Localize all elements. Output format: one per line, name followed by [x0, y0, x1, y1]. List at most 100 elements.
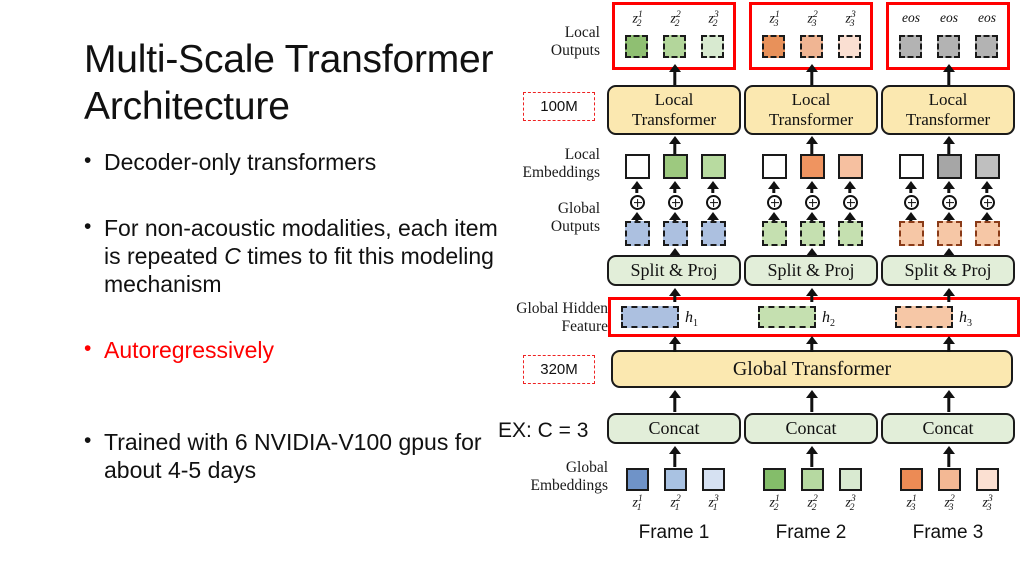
global-embedding-token-2-3: z32: [845, 494, 856, 514]
arrow-plus-to-localemb-2-2-shaft: [810, 188, 814, 193]
arrow-hidden-to-split-2-shaft: [810, 295, 814, 302]
arrow-hidden-to-split-1-shaft: [673, 295, 677, 302]
local-embedding-cell-2-3: [838, 154, 863, 179]
arrow-globalout-to-plus-2-2: [805, 212, 819, 221]
arrow-globalemb-to-concat-1-shaft: [673, 453, 677, 467]
arrow-plus-to-localemb-2-1: [767, 181, 781, 193]
arrow-gt-to-hidden-2-shaft: [810, 343, 814, 352]
concat-block-1[interactable]: Concat: [607, 413, 741, 444]
global-hidden-feature-label-3: h3: [959, 309, 972, 330]
global-output-cell-2-2: [800, 221, 825, 246]
arrow-globalout-to-plus-3-1: [904, 212, 918, 221]
global-embedding-cell-1-2: [664, 468, 687, 491]
global-hidden-feature-label-1: h1: [685, 309, 698, 330]
local-transformer-block-1[interactable]: Local Transformer: [607, 85, 741, 135]
split-proj-label: Split & Proj: [767, 260, 855, 280]
arrow-plus-to-localemb-3-3-shaft: [985, 188, 989, 193]
arrow-globalout-to-plus-3-2: [942, 212, 956, 221]
arrow-plus-to-localemb-2-1-shaft: [772, 188, 776, 193]
slide-text-pane: Multi-Scale Transformer Architecture Dec…: [0, 0, 512, 576]
arrow-plus-to-localemb-1-1: [630, 181, 644, 193]
split-proj-block-2[interactable]: Split & Proj: [744, 255, 878, 286]
arrow-gt-to-hidden-2: [805, 336, 819, 352]
add-icon-2-1: [767, 195, 782, 210]
arrow-concat-to-gt-2-shaft: [810, 397, 814, 412]
bullet-text-1: Decoder-only transformers: [104, 149, 377, 175]
add-icon-1-2: [668, 195, 683, 210]
concat-label: Concat: [648, 418, 700, 438]
page-title: Multi-Scale Transformer Architecture: [84, 38, 494, 128]
split-proj-label: Split & Proj: [904, 260, 992, 280]
arrow-concat-to-gt-3-shaft: [947, 397, 951, 412]
global-embedding-token-1-3: z31: [708, 494, 719, 514]
frame-label-2: Frame 2: [775, 522, 847, 543]
local-output-token-2-3: z33: [845, 10, 856, 30]
arrow-gt-to-hidden-3-shaft: [947, 343, 951, 352]
local-output-cell-2-3: [838, 35, 861, 58]
local-output-cell-3-2: [937, 35, 960, 58]
global-embedding-cell-3-3: [976, 468, 999, 491]
arrow-lt-to-localout-3-shaft: [947, 71, 951, 86]
global-embedding-token-1-2: z21: [670, 494, 681, 514]
add-icon-2-3: [843, 195, 858, 210]
bullet-spacer-1: [84, 184, 504, 214]
add-icon-3-3: [980, 195, 995, 210]
bullet-spacer-4: [84, 402, 504, 428]
arrow-concat-to-gt-3: [942, 390, 956, 412]
split-proj-label: Split & Proj: [630, 260, 718, 280]
arrow-hidden-to-split-1: [668, 288, 682, 302]
bullet-spacer-2: [84, 306, 504, 336]
frame-label-1: Frame 1: [638, 522, 710, 543]
slide-root: Multi-Scale Transformer Architecture Dec…: [0, 0, 1024, 576]
arrow-plus-to-localemb-1-3: [706, 181, 720, 193]
arrow-gt-to-hidden-1: [668, 336, 682, 352]
arrow-plus-to-localemb-1-2-shaft: [673, 188, 677, 193]
bullet-item-1: Decoder-only transformers: [84, 147, 504, 176]
global-output-cell-1-3: [701, 221, 726, 246]
arrow-lt-to-localout-2-shaft: [810, 71, 814, 86]
global-embedding-cell-2-2: [801, 468, 824, 491]
bullet-text-4: Trained with 6 NVIDIA-V100 gpus for abou…: [104, 429, 482, 483]
arrow-globalemb-to-concat-1: [668, 446, 682, 467]
global-embedding-cell-1-3: [702, 468, 725, 491]
global-output-cell-2-3: [838, 221, 863, 246]
local-transformer-line1: Local: [928, 90, 968, 109]
arrow-lt-to-localout-3: [942, 64, 956, 86]
label-global-embeddings: Global Embeddings: [530, 459, 609, 494]
split-proj-block-3[interactable]: Split & Proj: [881, 255, 1015, 286]
arrow-plus-to-localemb-3-1: [904, 181, 918, 193]
label-ex-c: EX: C = 3: [498, 419, 589, 442]
global-transformer-block[interactable]: Global Transformer: [611, 350, 1013, 388]
local-transformer-block-2[interactable]: Local Transformer: [744, 85, 878, 135]
arrow-localemb-to-lt-3: [942, 136, 956, 154]
concat-label: Concat: [922, 418, 974, 438]
bullet-item-4: Trained with 6 NVIDIA-V100 gpus for abou…: [84, 427, 504, 484]
global-hidden-feature-cell-1: [621, 306, 679, 328]
bullet-item-2: For non-acoustic modalities, each item i…: [84, 213, 504, 298]
arrow-plus-to-localemb-3-2: [942, 181, 956, 193]
concat-block-2[interactable]: Concat: [744, 413, 878, 444]
local-output-cell-2-2: [800, 35, 823, 58]
badge-local-params: 100M: [523, 92, 595, 121]
concat-block-3[interactable]: Concat: [881, 413, 1015, 444]
arrow-hidden-to-split-3-shaft: [947, 295, 951, 302]
arrow-globalout-to-plus-1-3: [706, 212, 720, 221]
global-output-cell-1-2: [663, 221, 688, 246]
local-output-cell-1-3: [701, 35, 724, 58]
arrow-plus-to-localemb-2-3: [843, 181, 857, 193]
local-transformer-block-3[interactable]: Local Transformer: [881, 85, 1015, 135]
arrow-globalemb-to-concat-3-shaft: [947, 453, 951, 467]
arrow-concat-to-gt-1: [668, 390, 682, 412]
concat-label: Concat: [785, 418, 837, 438]
local-transformer-line2: Transformer: [905, 110, 991, 129]
local-output-token-3-1: eos: [902, 10, 920, 25]
arrow-plus-to-localemb-1-1-shaft: [635, 188, 639, 193]
local-output-token-3-2: eos: [940, 10, 958, 25]
arrow-globalemb-to-concat-2: [805, 446, 819, 467]
local-embedding-cell-3-3: [975, 154, 1000, 179]
local-embedding-cell-1-3: [701, 154, 726, 179]
arrow-plus-to-localemb-2-2: [805, 181, 819, 193]
split-proj-block-1[interactable]: Split & Proj: [607, 255, 741, 286]
arrow-hidden-to-split-3: [942, 288, 956, 302]
arrow-localemb-to-lt-3-shaft: [947, 143, 951, 154]
